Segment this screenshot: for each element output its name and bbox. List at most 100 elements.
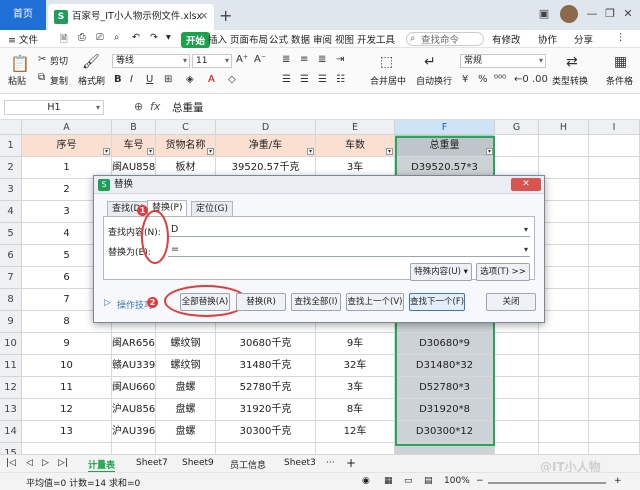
sheet-tab-sheet3[interactable]: Sheet3 bbox=[284, 458, 316, 468]
replace-all-button[interactable]: 全部替换(A) bbox=[180, 293, 230, 311]
row-header[interactable]: 4 bbox=[0, 201, 22, 223]
replace-input[interactable]: = bbox=[168, 243, 530, 257]
print-icon[interactable]: ⎚ bbox=[96, 32, 104, 43]
copy-button[interactable]: 复制 bbox=[50, 74, 68, 87]
undo-history-icon[interactable]: ⎙ bbox=[78, 32, 86, 43]
copy-icon[interactable]: ⧉ bbox=[38, 72, 45, 83]
cut-button[interactable]: 剪切 bbox=[50, 54, 68, 67]
format-painter-icon[interactable]: 🖌 bbox=[82, 54, 100, 70]
more-menu-icon[interactable]: ⋮ bbox=[616, 32, 626, 43]
zoom-slider[interactable] bbox=[488, 482, 606, 484]
special-content-button[interactable]: 特殊内容(U) ▾ bbox=[410, 263, 472, 281]
sheet-tab-sheet9[interactable]: Sheet9 bbox=[182, 458, 214, 468]
indent-icon[interactable]: ⇥ bbox=[336, 54, 344, 65]
header-cell[interactable]: 总重量 ▾ bbox=[395, 135, 495, 157]
empty-cell[interactable] bbox=[539, 267, 589, 289]
bold-icon[interactable]: B bbox=[114, 74, 122, 85]
more-sheets-icon[interactable]: ··· bbox=[326, 458, 335, 468]
table-cell[interactable]: 32车 bbox=[316, 355, 395, 377]
sheet-tab-active[interactable]: 计量表 bbox=[88, 458, 116, 473]
table-cell[interactable]: 9车 bbox=[316, 333, 395, 355]
table-cell[interactable]: 52780千克 bbox=[216, 377, 316, 399]
number-format-select[interactable]: 常规 bbox=[460, 54, 546, 68]
paste-button[interactable]: 粘贴 bbox=[8, 74, 26, 87]
table-cell[interactable]: 盘螺 bbox=[156, 421, 216, 443]
file-tab[interactable]: S 百家号_IT小人物示例文件.xlsx ✕ bbox=[48, 4, 214, 30]
currency-icon[interactable]: ¥ bbox=[462, 74, 468, 85]
table-cell[interactable]: 赣AU339 bbox=[112, 355, 156, 377]
wrap-icon[interactable]: ↵ bbox=[424, 54, 436, 70]
save-icon[interactable]: 🗎 bbox=[60, 32, 68, 48]
replace-button[interactable]: 替换(R) bbox=[236, 293, 286, 311]
sheet-tab-sheet7[interactable]: Sheet7 bbox=[136, 458, 168, 468]
find-next-button[interactable]: 查找下一个(F) bbox=[409, 293, 465, 311]
row-header[interactable]: 10 bbox=[0, 333, 22, 355]
undo-icon[interactable]: ↶ bbox=[132, 32, 140, 43]
empty-cell[interactable] bbox=[539, 201, 589, 223]
align-left-icon[interactable]: ☰ bbox=[282, 74, 291, 85]
wrap-button[interactable]: 自动换行 bbox=[416, 74, 452, 87]
empty-cell[interactable] bbox=[495, 355, 539, 377]
row-header[interactable]: 9 bbox=[0, 311, 22, 333]
dialog-title-bar[interactable]: S 替换 ✕ bbox=[94, 176, 544, 194]
cut-icon[interactable]: ✂ bbox=[38, 54, 46, 65]
filter-dropdown-icon[interactable]: ▾ bbox=[207, 148, 214, 155]
row-header[interactable]: 11 bbox=[0, 355, 22, 377]
col-header-c[interactable]: C bbox=[156, 120, 216, 135]
collab-button[interactable]: 协作 bbox=[538, 32, 557, 46]
align-right-icon[interactable]: ☰ bbox=[318, 74, 327, 85]
row-header[interactable]: 6 bbox=[0, 245, 22, 267]
font-family-select[interactable]: 等线 bbox=[112, 54, 190, 68]
menu-review[interactable]: 审阅 bbox=[313, 32, 332, 46]
table-cell[interactable]: 螺纹钢 bbox=[156, 333, 216, 355]
table-cell[interactable]: 沪AU856 bbox=[112, 399, 156, 421]
table-cell[interactable]: 12车 bbox=[316, 421, 395, 443]
clear-format-icon[interactable]: ◇ bbox=[228, 74, 236, 85]
header-cell[interactable]: 车数 ▾ bbox=[316, 135, 395, 157]
thousands-icon[interactable]: ⁰⁰⁰ bbox=[494, 74, 506, 85]
empty-cell[interactable] bbox=[539, 399, 589, 421]
percent-icon[interactable]: % bbox=[478, 74, 488, 85]
empty-cell[interactable] bbox=[589, 157, 640, 179]
menu-data[interactable]: 数据 bbox=[291, 32, 310, 46]
col-header-i[interactable]: I bbox=[589, 120, 640, 135]
table-cell[interactable]: 10 bbox=[22, 355, 112, 377]
merge-icon[interactable]: ⬚ bbox=[380, 54, 393, 70]
share-button[interactable]: 分享 bbox=[574, 32, 593, 46]
col-header-a[interactable]: A bbox=[22, 120, 112, 135]
col-header-d[interactable]: D bbox=[216, 120, 316, 135]
row-header[interactable]: 14 bbox=[0, 421, 22, 443]
modified-status[interactable]: 有修改 bbox=[492, 32, 521, 46]
search-input[interactable]: ⌕ 查找命令 bbox=[406, 32, 484, 46]
table-cell[interactable]: 螺纹钢 bbox=[156, 355, 216, 377]
empty-cell[interactable] bbox=[539, 223, 589, 245]
preview-icon[interactable]: ⌕ bbox=[114, 32, 119, 43]
convert-icon[interactable]: ⇄ bbox=[566, 54, 578, 70]
table-cell[interactable]: D30680*9 bbox=[395, 333, 495, 355]
empty-cell[interactable] bbox=[539, 355, 589, 377]
empty-cell[interactable] bbox=[589, 201, 640, 223]
filter-dropdown-icon[interactable]: ▾ bbox=[386, 148, 393, 155]
row-header[interactable]: 13 bbox=[0, 399, 22, 421]
col-header-b[interactable]: B bbox=[112, 120, 156, 135]
cond-format-button[interactable]: 条件格 bbox=[606, 74, 633, 87]
tab-goto[interactable]: 定位(G) bbox=[191, 201, 233, 216]
table-cell[interactable]: D31480*32 bbox=[395, 355, 495, 377]
empty-cell[interactable] bbox=[539, 421, 589, 443]
table-cell[interactable]: 3车 bbox=[316, 377, 395, 399]
table-cell[interactable]: D52780*3 bbox=[395, 377, 495, 399]
table-cell[interactable]: 闽AR656 bbox=[112, 333, 156, 355]
align-middle-icon[interactable]: ≡ bbox=[300, 54, 308, 65]
col-header-h[interactable]: H bbox=[539, 120, 589, 135]
page-layout-view-icon[interactable]: ▭ bbox=[404, 476, 413, 486]
menu-developer[interactable]: 开发工具 bbox=[357, 32, 395, 46]
col-header-e[interactable]: E bbox=[316, 120, 395, 135]
header-cell[interactable]: 车号 ▾ bbox=[112, 135, 156, 157]
table-cell[interactable]: 31480千克 bbox=[216, 355, 316, 377]
more-icon[interactable]: ▾ bbox=[166, 32, 171, 43]
close-tab-icon[interactable]: ✕ bbox=[200, 4, 208, 30]
empty-cell[interactable] bbox=[539, 377, 589, 399]
empty-cell[interactable] bbox=[589, 333, 640, 355]
italic-icon[interactable]: I bbox=[130, 74, 133, 85]
empty-cell[interactable] bbox=[589, 223, 640, 245]
